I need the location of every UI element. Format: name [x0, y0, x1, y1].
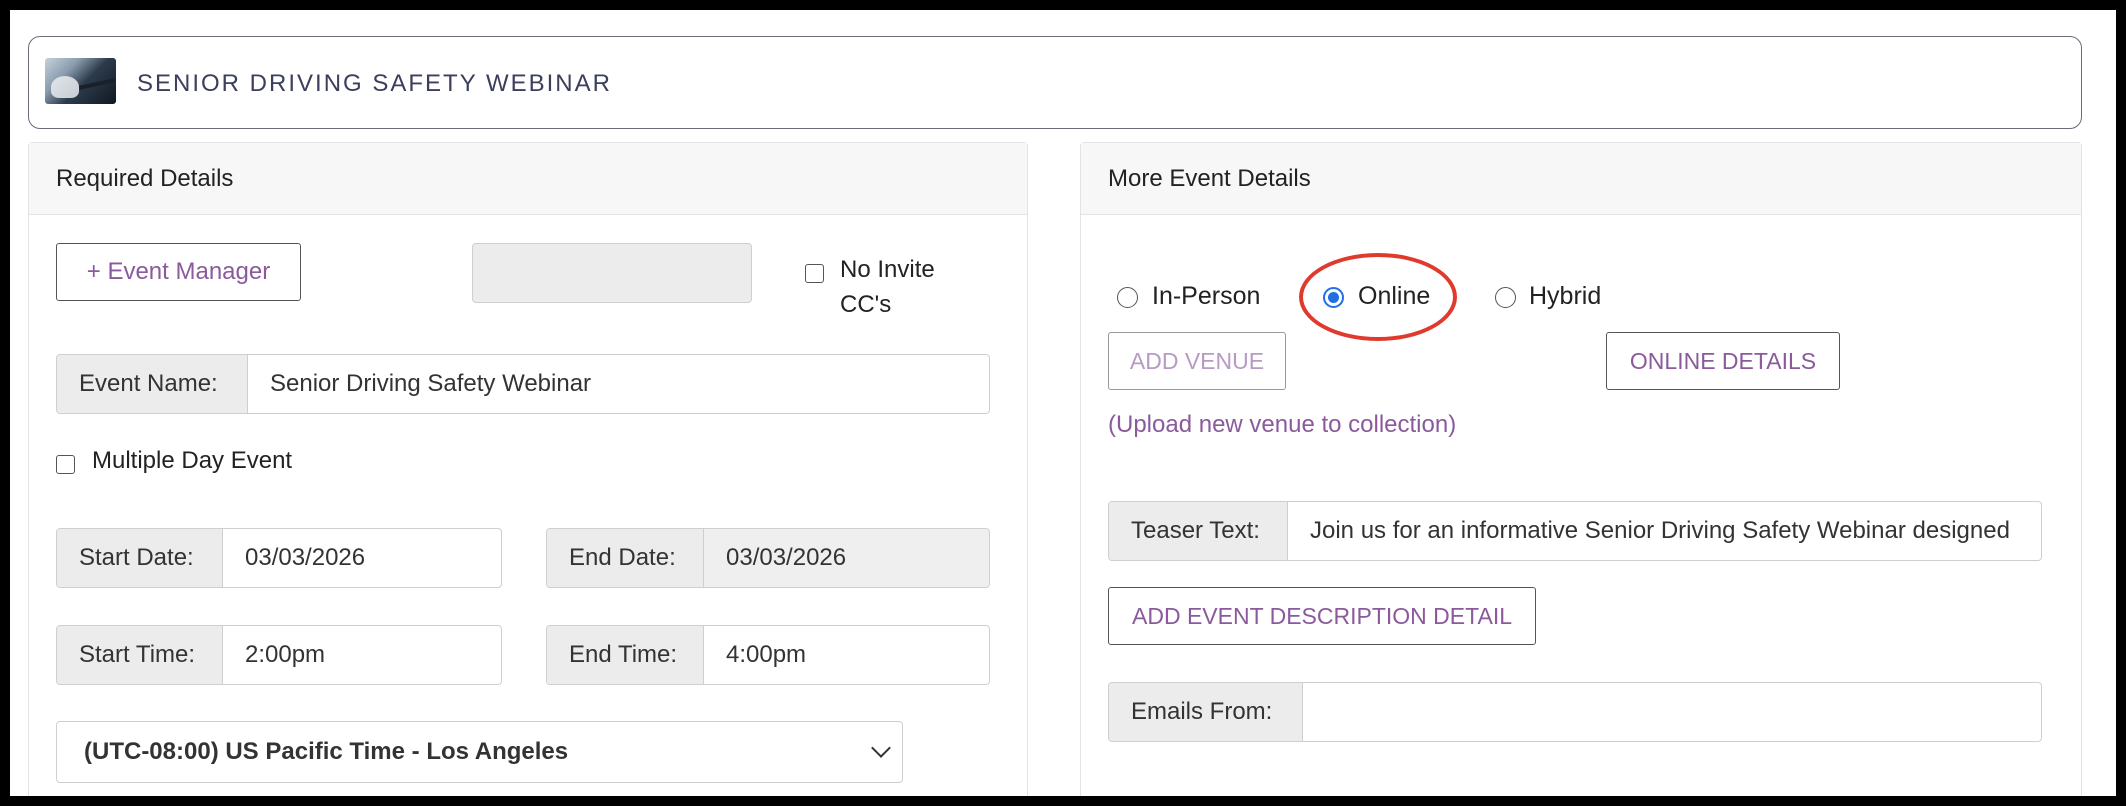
- app-frame: SENIOR DRIVING SAFETY WEBINAR Required D…: [10, 10, 2116, 796]
- no-invite-cc-label-line1: No Invite: [840, 256, 935, 283]
- radio-hybrid[interactable]: [1495, 287, 1516, 308]
- start-date-input[interactable]: 03/03/2026: [223, 529, 501, 587]
- emails-from-label: Emails From:: [1109, 683, 1303, 741]
- required-details-card: Required Details + Event Manager No Invi…: [28, 142, 1028, 796]
- event-name-label: Event Name:: [57, 355, 248, 413]
- radio-online-label: Online: [1358, 282, 1431, 310]
- event-title: SENIOR DRIVING SAFETY WEBINAR: [137, 70, 612, 97]
- timezone-select-value: (UTC-08:00) US Pacific Time - Los Angele…: [84, 738, 569, 765]
- multiple-day-label: Multiple Day Event: [92, 447, 293, 474]
- emails-from-group: Emails From:: [1108, 682, 2042, 742]
- add-venue-button[interactable]: ADD VENUE: [1108, 332, 1286, 390]
- end-date-group: End Date: 03/03/2026: [546, 528, 990, 588]
- end-date-input[interactable]: 03/03/2026: [704, 529, 989, 587]
- chevron-down-icon: [871, 738, 891, 758]
- emails-from-input[interactable]: [1303, 683, 2041, 741]
- end-time-label: End Time:: [547, 626, 704, 684]
- required-details-heading: Required Details: [29, 143, 1027, 215]
- start-time-label: Start Time:: [57, 626, 223, 684]
- radio-in-person[interactable]: [1117, 287, 1138, 308]
- event-header: SENIOR DRIVING SAFETY WEBINAR: [28, 36, 2082, 129]
- add-event-manager-button[interactable]: + Event Manager: [56, 243, 301, 301]
- more-event-details-heading: More Event Details: [1081, 143, 2081, 215]
- timezone-select[interactable]: (UTC-08:00) US Pacific Time - Los Angele…: [56, 721, 903, 783]
- upload-venue-link[interactable]: (Upload new venue to collection): [1108, 411, 1456, 439]
- event-thumbnail-image: [45, 58, 116, 104]
- no-invite-cc-checkbox[interactable]: [805, 264, 824, 283]
- end-time-input[interactable]: 4:00pm: [704, 626, 989, 684]
- online-details-button[interactable]: ONLINE DETAILS: [1606, 332, 1840, 390]
- teaser-text-input[interactable]: Join us for an informative Senior Drivin…: [1288, 502, 2041, 560]
- event-name-group: Event Name: Senior Driving Safety Webina…: [56, 354, 990, 414]
- radio-online[interactable]: [1323, 287, 1344, 308]
- start-time-input[interactable]: 2:00pm: [223, 626, 501, 684]
- add-event-description-button[interactable]: ADD EVENT DESCRIPTION DETAIL: [1108, 587, 1536, 645]
- end-time-group: End Time: 4:00pm: [546, 625, 990, 685]
- more-event-details-card: More Event Details In-Person Online Hybr…: [1080, 142, 2082, 796]
- no-invite-cc-label-line2: CC's: [840, 291, 892, 318]
- end-date-label: End Date:: [547, 529, 704, 587]
- teaser-text-label: Teaser Text:: [1109, 502, 1288, 560]
- radio-hybrid-label: Hybrid: [1529, 282, 1602, 310]
- start-date-group: Start Date: 03/03/2026: [56, 528, 502, 588]
- multiple-day-checkbox[interactable]: [56, 455, 75, 474]
- start-time-group: Start Time: 2:00pm: [56, 625, 502, 685]
- event-manager-field[interactable]: [472, 243, 752, 303]
- teaser-text-group: Teaser Text: Join us for an informative …: [1108, 501, 2042, 561]
- event-name-input[interactable]: Senior Driving Safety Webinar: [248, 355, 989, 413]
- start-date-label: Start Date:: [57, 529, 223, 587]
- radio-in-person-label: In-Person: [1152, 282, 1261, 310]
